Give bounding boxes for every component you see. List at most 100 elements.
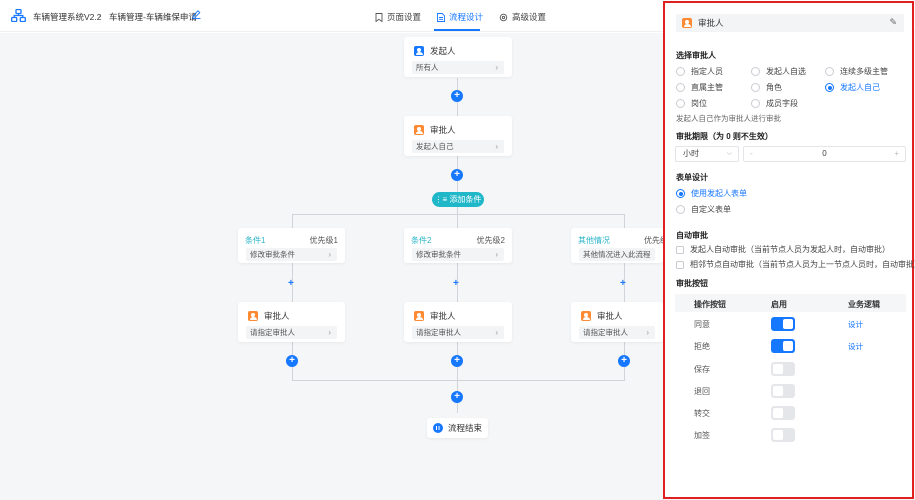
chevron-right-icon: › — [328, 250, 331, 259]
radio-role[interactable]: 角色 — [751, 82, 782, 93]
button-name: 退回 — [694, 387, 710, 396]
column-header: 业务逻辑 — [848, 300, 880, 309]
node-body[interactable]: 请指定审批人 › — [412, 326, 504, 339]
increment-button[interactable]: + — [894, 147, 899, 161]
edit-icon[interactable]: ✎ — [889, 17, 897, 28]
node-body[interactable]: 请指定审批人 › — [246, 326, 337, 339]
branch-top-line — [292, 214, 625, 215]
button-name: 转交 — [694, 409, 710, 418]
condition-title: 其他情况 — [578, 236, 610, 245]
radio-label: 成员字段 — [766, 99, 798, 108]
node-title: 审批人 — [264, 311, 290, 321]
deadline-unit-select[interactable]: 小时 ⌵ — [675, 146, 739, 162]
connector — [292, 214, 293, 228]
condition-priority: 优先级2 — [476, 236, 505, 245]
condition-body[interactable]: 修改审批条件 › — [246, 248, 337, 261]
table-row: 保存 — [675, 358, 906, 380]
tab-label: 流程设计 — [449, 12, 484, 22]
add-node-button[interactable]: + — [286, 355, 298, 367]
radio-initiator-self[interactable]: 发起人自己 — [825, 82, 880, 93]
node-body-text: 请指定审批人 — [583, 328, 628, 337]
node-body[interactable]: 发起人自己 › — [412, 140, 504, 153]
condition-body[interactable]: 修改审批条件 › — [412, 248, 504, 261]
tab-page-settings[interactable]: 页面设置 — [375, 11, 421, 23]
enable-toggle[interactable] — [771, 317, 795, 331]
add-node-button[interactable]: + — [453, 279, 459, 289]
add-node-button[interactable]: + — [451, 90, 463, 102]
enable-toggle[interactable] — [771, 362, 795, 376]
node-body-text: 请指定审批人 — [250, 328, 295, 337]
column-header: 启用 — [771, 300, 787, 309]
document-icon — [437, 12, 445, 22]
radio-position[interactable]: 岗位 — [676, 98, 707, 109]
person-icon — [414, 125, 424, 135]
condition-body[interactable]: 其他情况进入此流程 › — [579, 248, 655, 261]
breadcrumb-current: 车辆管理-车辆维保申请 — [109, 12, 197, 22]
org-tree-icon — [11, 9, 26, 22]
radio-label: 自定义表单 — [691, 205, 731, 214]
table-row: 拒绝 设计 — [675, 335, 906, 357]
node-body[interactable]: 所有人 › — [412, 61, 504, 74]
tab-advanced-settings[interactable]: 高级设置 — [499, 11, 546, 23]
table-row: 同意 设计 — [675, 313, 906, 335]
node-title: 审批人 — [430, 311, 456, 321]
tab-flow-design[interactable]: 流程设计 — [437, 11, 483, 23]
table-row: 退回 — [675, 380, 906, 402]
section-title-form: 表单设计 — [676, 173, 708, 182]
end-node: 流程结束 — [427, 418, 488, 438]
column-header: 操作按钮 — [694, 300, 726, 309]
table-row: 加签 — [675, 424, 906, 446]
add-node-button[interactable]: + — [451, 169, 463, 181]
deadline-value-stepper[interactable]: - 0 + — [743, 146, 906, 162]
add-node-button[interactable]: + — [288, 279, 294, 289]
person-icon — [248, 311, 258, 321]
section-title-deadline: 审批期限（为 0 则不生效） — [676, 132, 773, 141]
branch-approver-node[interactable]: 审批人 请指定审批人 › — [238, 302, 345, 342]
branch-approver-node[interactable]: 审批人 请指定审批人 › — [571, 302, 663, 342]
end-label: 流程结束 — [447, 423, 482, 433]
radio-direct-manager[interactable]: 直属主管 — [676, 82, 723, 93]
radio-specified-person[interactable]: 指定人员 — [676, 66, 723, 77]
chevron-right-icon: › — [98, 10, 101, 20]
chevron-down-icon: ⌵ — [726, 150, 732, 157]
condition-node[interactable]: 条件2 优先级2 修改审批条件 › — [404, 228, 512, 263]
radio-member-field[interactable]: 成员字段 — [751, 98, 798, 109]
chevron-right-icon: › — [646, 328, 649, 337]
button-name: 保存 — [694, 365, 710, 374]
add-condition-button[interactable]: ⋮≡ 添加条件 — [432, 192, 484, 207]
button-name: 拒绝 — [694, 342, 710, 351]
decrement-button[interactable]: - — [750, 147, 753, 161]
checkbox-initiator-auto-approve[interactable]: 发起人自动审批（当前节点人员为发起人时，自动审批） — [676, 244, 890, 255]
condition-node[interactable]: 条件1 优先级1 修改审批条件 › — [238, 228, 345, 263]
design-link[interactable]: 设计 — [848, 341, 863, 352]
add-node-button[interactable]: + — [618, 355, 630, 367]
add-node-button[interactable]: + — [451, 355, 463, 367]
node-body[interactable]: 请指定审批人 › — [579, 326, 655, 339]
design-link[interactable]: 设计 — [848, 319, 863, 330]
radio-initiator-choice[interactable]: 发起人自选 — [751, 66, 806, 77]
radio-use-initiator-form[interactable]: 使用发起人表单 — [676, 188, 747, 199]
node-body-text: 发起人自己 — [416, 142, 454, 151]
add-node-button[interactable]: + — [451, 391, 463, 403]
app-name[interactable]: 车辆管理系统V2.2 — [33, 11, 102, 23]
branch-approver-node[interactable]: 审批人 请指定审批人 › — [404, 302, 512, 342]
edit-icon[interactable] — [192, 10, 201, 19]
enable-toggle[interactable] — [771, 406, 795, 420]
enable-toggle[interactable] — [771, 339, 795, 353]
node-title: 审批人 — [597, 311, 623, 321]
enable-toggle[interactable] — [771, 384, 795, 398]
condition-node[interactable]: 其他情况 优先级 其他情况进入此流程 › — [571, 228, 668, 263]
panel-header: 审批人 ✎ — [676, 14, 904, 32]
add-node-button[interactable]: + — [620, 279, 626, 289]
enable-toggle[interactable] — [771, 428, 795, 442]
start-node[interactable]: 发起人 所有人 › — [404, 37, 512, 77]
checkbox-label: 相邻节点自动审批（当前节点人员为上一节点人员时，自动审批） — [690, 260, 915, 269]
tab-label: 高级设置 — [512, 12, 547, 22]
section-title-auto-approve: 自动审批 — [676, 231, 708, 240]
radio-custom-form[interactable]: 自定义表单 — [676, 204, 731, 215]
checkbox-adjacent-auto-approve[interactable]: 相邻节点自动审批（当前节点人员为上一节点人员时，自动审批） — [676, 259, 915, 270]
person-icon — [414, 311, 424, 321]
radio-multi-level-manager[interactable]: 连续多级主管 — [825, 66, 888, 77]
checkbox-label: 发起人自动审批（当前节点人员为发起人时，自动审批） — [690, 245, 890, 254]
approver-node[interactable]: 审批人 发起人自己 › — [404, 116, 512, 156]
